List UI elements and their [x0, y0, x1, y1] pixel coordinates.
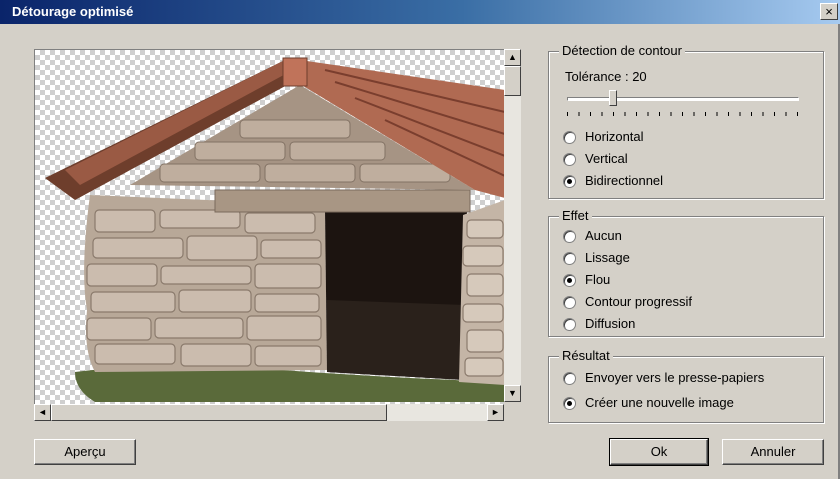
radio-nouvelle-image[interactable]: Créer une nouvelle image: [563, 394, 734, 412]
scroll-left-button[interactable]: ◄: [34, 404, 51, 421]
radio-label: Aucun: [585, 228, 622, 243]
tolerance-slider-track[interactable]: [567, 97, 799, 101]
radio-lissage[interactable]: Lissage: [563, 249, 630, 267]
arrow-left-icon: ◄: [38, 407, 47, 417]
scroll-up-button[interactable]: ▲: [504, 49, 521, 66]
radio-presse-papiers[interactable]: Envoyer vers le presse-papiers: [563, 369, 764, 387]
radio-indicator: [563, 130, 576, 144]
radio-label: Envoyer vers le presse-papiers: [585, 370, 765, 385]
scroll-right-button[interactable]: ►: [487, 404, 504, 421]
scroll-down-button[interactable]: ▼: [504, 385, 521, 402]
ok-button[interactable]: Ok: [609, 438, 709, 466]
radio-label: Contour progressif: [585, 294, 692, 309]
image-preview[interactable]: [34, 49, 505, 405]
radio-contour-progressif[interactable]: Contour progressif: [563, 293, 692, 311]
radio-label: Lissage: [585, 250, 630, 265]
radio-bidirectionnel[interactable]: Bidirectionnel: [563, 172, 663, 190]
tolerance-slider-thumb[interactable]: [609, 90, 618, 106]
window-title: Détourage optimisé: [12, 4, 134, 19]
radio-indicator: [563, 174, 576, 188]
radio-label: Diffusion: [585, 316, 636, 331]
resultat-legend: Résultat: [559, 348, 613, 364]
radio-indicator: [563, 229, 576, 243]
radio-indicator: [563, 317, 576, 331]
close-icon: ×: [825, 4, 833, 19]
radio-diffusion[interactable]: Diffusion: [563, 315, 635, 333]
arrow-right-icon: ►: [491, 407, 500, 417]
effet-legend: Effet: [559, 208, 592, 224]
arrow-down-icon: ▼: [508, 388, 517, 398]
radio-indicator: [563, 273, 576, 287]
title-bar: Détourage optimisé ×: [0, 0, 840, 24]
radio-flou[interactable]: Flou: [563, 271, 610, 289]
vertical-scroll-thumb[interactable]: [504, 66, 521, 96]
apercu-button[interactable]: Aperçu: [34, 439, 136, 465]
radio-label: Créer une nouvelle image: [585, 395, 734, 410]
scrollbar-corner: [504, 402, 521, 421]
horizontal-scroll-thumb[interactable]: [51, 404, 387, 421]
radio-indicator: [563, 396, 576, 410]
contour-detection-group: Détection de contour Tolérance : 20 Hori…: [548, 43, 824, 199]
tolerance-label: Tolérance : 20: [565, 69, 647, 84]
radio-indicator: [563, 371, 576, 385]
radio-indicator: [563, 251, 576, 265]
radio-indicator: [563, 295, 576, 309]
horizontal-scrollbar[interactable]: ◄ ►: [34, 404, 504, 421]
radio-label: Flou: [585, 272, 611, 287]
radio-label: Bidirectionnel: [585, 173, 664, 188]
radio-vertical[interactable]: Vertical: [563, 150, 628, 168]
radio-label: Horizontal: [585, 129, 644, 144]
arrow-up-icon: ▲: [508, 52, 517, 62]
vertical-scrollbar[interactable]: ▲ ▼: [504, 49, 521, 402]
effet-group: Effet Aucun Lissage Flou Contour progres…: [548, 208, 824, 337]
radio-label: Vertical: [585, 151, 628, 166]
radio-indicator: [563, 152, 576, 166]
close-button[interactable]: ×: [820, 3, 838, 20]
contour-detection-legend: Détection de contour: [559, 43, 685, 59]
annuler-button[interactable]: Annuler: [722, 439, 824, 465]
resultat-group: Résultat Envoyer vers le presse-papiers …: [548, 348, 824, 423]
radio-aucun[interactable]: Aucun: [563, 227, 622, 245]
tolerance-slider-ticks: [567, 112, 799, 116]
radio-horizontal[interactable]: Horizontal: [563, 128, 644, 146]
cutout-image: [45, 57, 505, 402]
